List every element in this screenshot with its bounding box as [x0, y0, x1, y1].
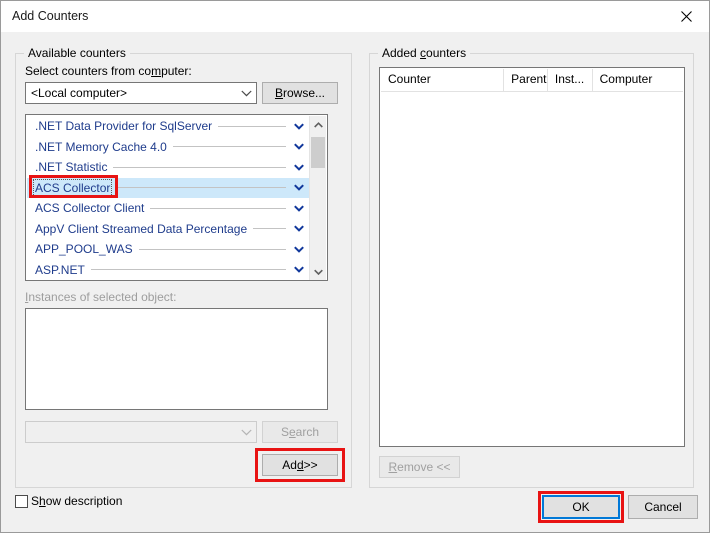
- added-counters-listview[interactable]: Counter Parent Inst... Computer: [379, 67, 685, 447]
- list-item[interactable]: ACS Collector Client: [27, 198, 310, 219]
- cancel-button[interactable]: Cancel: [628, 495, 698, 519]
- instances-listbox[interactable]: [25, 308, 328, 410]
- add-button[interactable]: Ad d >>: [262, 454, 338, 476]
- instances-label: Instances of selected object:: [25, 290, 177, 304]
- chevron-down-icon[interactable]: [292, 246, 306, 253]
- list-item[interactable]: ASP.NET: [27, 260, 310, 281]
- add-counters-dialog: Add Counters Available counters Select c…: [0, 0, 710, 533]
- computer-combo-value: <Local computer>: [31, 86, 128, 100]
- close-icon[interactable]: [664, 1, 709, 31]
- chevron-down-icon[interactable]: [292, 225, 306, 232]
- list-item[interactable]: .NET Memory Cache 4.0: [27, 137, 310, 158]
- scroll-up-arrow-icon[interactable]: [310, 116, 326, 133]
- list-item[interactable]: APP_POOL_WAS: [27, 239, 310, 260]
- counter-name: ACS Collector Client: [35, 201, 145, 216]
- scroll-down-arrow-icon[interactable]: [310, 263, 326, 280]
- counter-name: AppV Client Streamed Data Percentage: [35, 221, 248, 236]
- counter-dash: [138, 248, 286, 250]
- counter-name: .NET Statistic: [35, 160, 108, 175]
- show-description-label: Show description: [31, 494, 123, 508]
- counter-dash: [113, 166, 286, 168]
- computer-combo[interactable]: <Local computer>: [25, 82, 257, 104]
- list-item[interactable]: AppV Client Streamed Data Percentage: [27, 219, 310, 240]
- scrollbar-thumb[interactable]: [311, 137, 325, 168]
- counter-name: ACS Collector: [32, 178, 113, 197]
- title-bar: Add Counters: [1, 1, 709, 33]
- counter-dash: [172, 146, 286, 148]
- chevron-down-icon[interactable]: [292, 266, 306, 273]
- show-description-checkbox[interactable]: [15, 494, 28, 508]
- counter-list: .NET Data Provider for SqlServer .NET Me…: [27, 116, 310, 280]
- available-counters-listbox[interactable]: .NET Data Provider for SqlServer .NET Me…: [25, 114, 328, 281]
- available-counters-legend: Available counters: [24, 46, 130, 60]
- counter-name: .NET Memory Cache 4.0: [35, 139, 167, 154]
- column-header-computer[interactable]: Computer: [593, 69, 683, 91]
- counter-dash: [253, 228, 286, 230]
- window-title: Add Counters: [12, 9, 89, 23]
- counter-dash: [218, 125, 286, 127]
- chevron-down-icon[interactable]: [292, 205, 306, 212]
- counters-scrollbar[interactable]: [309, 116, 326, 280]
- show-description-row[interactable]: Show description: [15, 494, 122, 508]
- chevron-down-icon: [236, 429, 256, 436]
- column-header-parent[interactable]: Parent: [504, 69, 548, 91]
- list-item[interactable]: .NET Data Provider for SqlServer: [27, 116, 310, 137]
- chevron-down-icon[interactable]: [292, 143, 306, 150]
- ok-button[interactable]: OK: [542, 495, 620, 519]
- chevron-down-icon[interactable]: [292, 123, 306, 130]
- counter-name: .NET Data Provider for SqlServer: [35, 119, 213, 134]
- counter-dash: [90, 269, 286, 271]
- browse-button[interactable]: Browse...: [262, 82, 338, 104]
- search-button[interactable]: Se arch: [262, 421, 338, 443]
- list-item-selected[interactable]: ACS Collector: [27, 177, 310, 198]
- table-header-row: Counter Parent Inst... Computer: [381, 69, 683, 92]
- remove-button[interactable]: Remove <<: [379, 456, 460, 478]
- chevron-down-icon[interactable]: [292, 164, 306, 171]
- chevron-down-icon: [236, 90, 256, 97]
- counter-dash: [150, 207, 286, 209]
- column-header-counter[interactable]: Counter: [381, 69, 505, 91]
- list-item[interactable]: .NET Statistic: [27, 157, 310, 178]
- select-counters-label: Select counters from computer:: [25, 64, 192, 78]
- search-combo[interactable]: [25, 421, 257, 443]
- column-header-instance[interactable]: Inst...: [548, 69, 593, 91]
- counter-dash: [116, 187, 286, 189]
- chevron-down-icon[interactable]: [292, 184, 306, 191]
- added-counters-legend: Added counters: [378, 46, 471, 60]
- counter-name: APP_POOL_WAS: [35, 242, 133, 257]
- counter-name: ASP.NET: [35, 262, 85, 277]
